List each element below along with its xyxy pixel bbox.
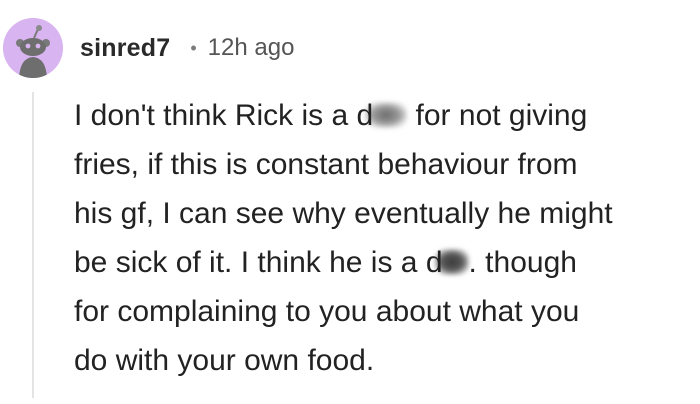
comment-line: his gf, I can see why eventually he migh…: [74, 197, 613, 230]
comment-body: I don't think Rick is a d for not giving…: [74, 91, 694, 385]
comment-line: I don't think Rick is a d for not giving: [74, 91, 694, 140]
timestamp[interactable]: 12h ago: [208, 34, 295, 62]
comment-line: be sick of it. I think he is a d. though: [74, 238, 694, 287]
thread-collapse-line[interactable]: [32, 92, 34, 398]
meta-separator: •: [190, 37, 197, 58]
comment-line: for complaining to you about what you: [74, 295, 580, 328]
comment-line: do with your own food.: [74, 344, 375, 377]
comment: sinred7 • 12h ago I don't think Rick is …: [0, 0, 700, 404]
censored-word: d: [426, 238, 469, 287]
censored-word: d: [357, 91, 408, 140]
username[interactable]: sinred7: [80, 34, 170, 63]
comment-header: sinred7 • 12h ago: [80, 30, 294, 66]
avatar[interactable]: [3, 18, 63, 78]
comment-line: fries, if this is constant behaviour fro…: [74, 148, 578, 181]
snoo-avatar-icon: [3, 18, 63, 78]
